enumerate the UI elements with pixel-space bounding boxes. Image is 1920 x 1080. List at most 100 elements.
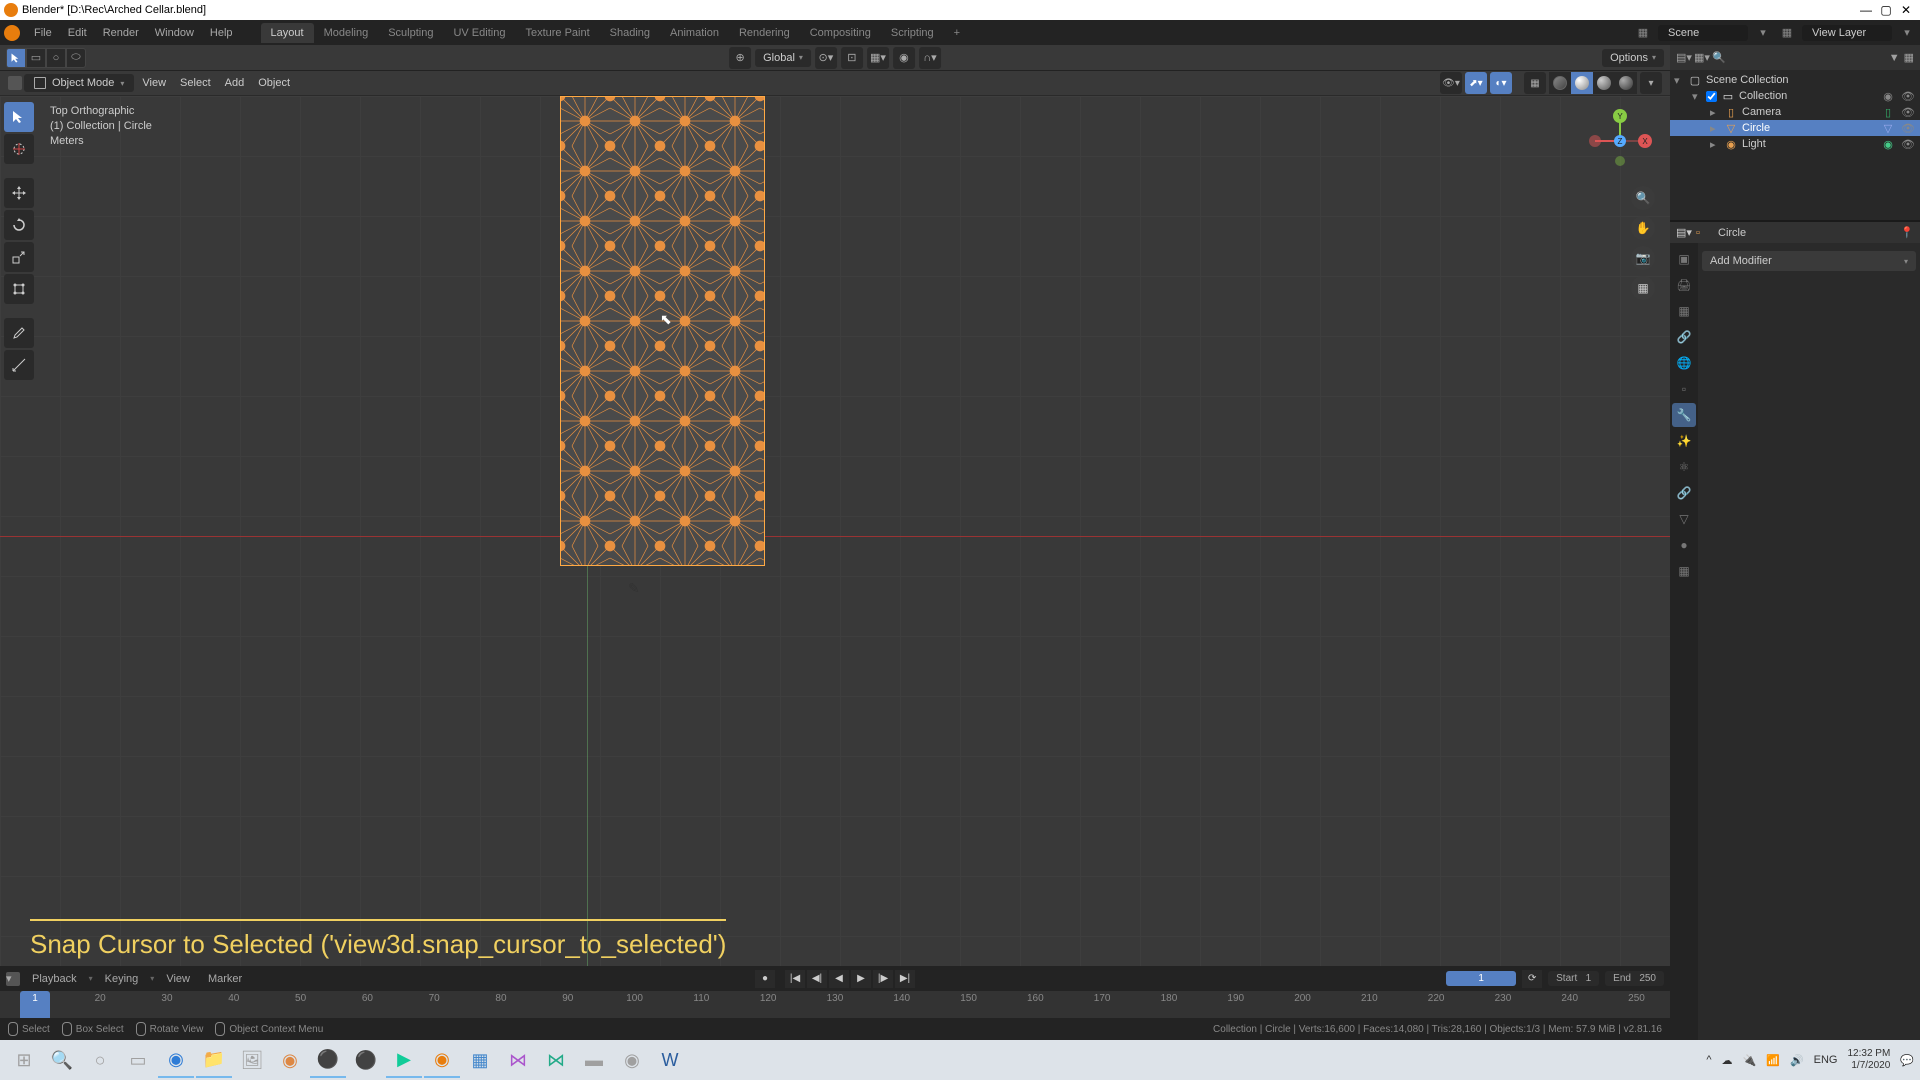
tool-annotate[interactable] — [4, 318, 34, 348]
snap-type-icon[interactable]: ▦▾ — [867, 47, 889, 69]
outliner-circle[interactable]: ▸ ▽ Circle ▽ 👁 — [1670, 120, 1920, 136]
properties-breadcrumb[interactable]: Circle — [1718, 227, 1746, 239]
start-button[interactable]: ⊞ — [6, 1042, 42, 1078]
outliner-light[interactable]: ▸ ◉ Light ◉ 👁 — [1670, 136, 1920, 152]
taskview-icon[interactable]: ▭ — [120, 1042, 156, 1078]
tool-cursor[interactable] — [4, 134, 34, 164]
tab-scene[interactable]: 🔗 — [1672, 325, 1696, 349]
taskbar-vscode[interactable]: ⋈ — [538, 1042, 574, 1078]
tray-network-icon[interactable]: 📶 — [1766, 1054, 1780, 1067]
viewport-menu-add[interactable]: Add — [219, 77, 251, 89]
menu-edit[interactable]: Edit — [60, 27, 95, 39]
selected-mesh-object[interactable] — [560, 96, 765, 566]
tab-particles[interactable]: ✨ — [1672, 429, 1696, 453]
tool-rotate[interactable] — [4, 210, 34, 240]
tool-move[interactable] — [4, 178, 34, 208]
jump-start-icon[interactable]: |◀ — [785, 970, 805, 988]
viewlayer-selector[interactable]: View Layer — [1802, 25, 1892, 41]
system-clock[interactable]: 12:32 PM 1/7/2020 — [1847, 1048, 1890, 1072]
shade-wireframe[interactable] — [1549, 72, 1571, 94]
shade-matpreview[interactable] — [1593, 72, 1615, 94]
start-frame-field[interactable]: Start 1 — [1548, 971, 1599, 986]
timeline-playback[interactable]: Playback — [26, 973, 83, 985]
taskbar-app-3[interactable]: ◉ — [272, 1042, 308, 1078]
outliner-collection[interactable]: ▾ ▭ Collection ◉ 👁 — [1670, 88, 1920, 104]
timeline-marker[interactable]: Marker — [202, 973, 248, 985]
end-frame-field[interactable]: End 250 — [1605, 971, 1664, 986]
taskbar-word[interactable]: W — [652, 1042, 688, 1078]
viewport-menu-select[interactable]: Select — [174, 77, 217, 89]
tab-render[interactable]: ▣ — [1672, 247, 1696, 271]
workspace-shading[interactable]: Shading — [600, 23, 660, 43]
3d-viewport[interactable]: www.rrcg.cn — [0, 96, 1670, 1040]
eye-icon[interactable]: 👁 — [1900, 122, 1916, 135]
proportional-icon[interactable]: ◉ — [893, 47, 915, 69]
playhead[interactable]: 1 — [20, 991, 50, 1018]
shade-rendered[interactable] — [1615, 72, 1637, 94]
minimize-button[interactable]: — — [1856, 3, 1876, 17]
timeline-keying[interactable]: Keying — [99, 973, 145, 985]
taskbar-app-4[interactable]: ⚫ — [310, 1042, 346, 1078]
tab-world[interactable]: 🌐 — [1672, 351, 1696, 375]
outliner-scene-collection[interactable]: ▾▢ Scene Collection — [1670, 72, 1920, 88]
timeline-editor-icon[interactable]: ▾ — [6, 972, 20, 986]
workspace-modeling[interactable]: Modeling — [314, 23, 379, 43]
nav-gizmo[interactable]: Y X Z — [1585, 106, 1655, 176]
taskbar-app-5[interactable]: ⚫ — [348, 1042, 384, 1078]
xray-icon[interactable]: ▦ — [1524, 72, 1546, 94]
tray-power-icon[interactable]: 🔌 — [1743, 1054, 1757, 1067]
tool-scale[interactable] — [4, 242, 34, 272]
eye-icon[interactable]: 👁 — [1900, 138, 1916, 151]
gizmo-icon[interactable]: ⬈▾ — [1465, 72, 1487, 94]
select-lasso-icon[interactable]: ⬭ — [66, 48, 86, 68]
jump-end-icon[interactable]: ▶| — [895, 970, 915, 988]
taskbar-blender[interactable]: ◉ — [424, 1042, 460, 1078]
workspace-sculpting[interactable]: Sculpting — [378, 23, 443, 43]
keyframe-prev-icon[interactable]: ◀| — [807, 970, 827, 988]
tray-lang[interactable]: ENG — [1814, 1054, 1838, 1066]
maximize-button[interactable]: ▢ — [1876, 3, 1896, 17]
eye-icon[interactable]: 👁 — [1900, 106, 1916, 119]
outliner-camera[interactable]: ▸ ▯ Camera ▯ 👁 — [1670, 104, 1920, 120]
taskbar-app-8[interactable]: ▬ — [576, 1042, 612, 1078]
tray-notifications-icon[interactable]: 💬 — [1900, 1054, 1914, 1067]
workspace-texpaint[interactable]: Texture Paint — [515, 23, 599, 43]
tab-viewlayer[interactable]: ▦ — [1672, 299, 1696, 323]
pin-icon[interactable]: 📍 — [1900, 226, 1914, 239]
timeline-view[interactable]: View — [160, 973, 196, 985]
blender-logo-icon[interactable] — [4, 25, 20, 41]
nav-camera-icon[interactable]: 📷 — [1631, 246, 1655, 270]
outliner-new-collection-icon[interactable]: ▦ — [1904, 51, 1914, 64]
menu-render[interactable]: Render — [95, 27, 147, 39]
frame-link-icon[interactable]: ⟳ — [1522, 970, 1542, 988]
object-mode-dropdown[interactable]: Object Mode ▾ — [24, 74, 134, 92]
menu-help[interactable]: Help — [202, 27, 241, 39]
tool-select-box[interactable] — [4, 102, 34, 132]
workspace-compositing[interactable]: Compositing — [800, 23, 881, 43]
play-forward-icon[interactable]: ▶ — [851, 970, 871, 988]
orientation-icon[interactable]: ⊕ — [729, 47, 751, 69]
nav-persp-icon[interactable]: ▦ — [1631, 276, 1655, 300]
scene-browse-icon[interactable]: ▦ — [1634, 24, 1652, 42]
menu-file[interactable]: File — [26, 27, 60, 39]
workspace-layout[interactable]: Layout — [261, 23, 314, 43]
menu-window[interactable]: Window — [147, 27, 202, 39]
tool-transform[interactable] — [4, 274, 34, 304]
nav-pan-icon[interactable]: ✋ — [1631, 216, 1655, 240]
taskbar-app-2[interactable]: 🖼 — [234, 1042, 270, 1078]
workspace-rendering[interactable]: Rendering — [729, 23, 800, 43]
outliner-filter-icon[interactable]: ▼ — [1889, 52, 1900, 64]
taskbar-vs[interactable]: ⋈ — [500, 1042, 536, 1078]
search-icon[interactable]: 🔍 — [44, 1042, 80, 1078]
properties-editor-icon[interactable]: ▤▾ — [1676, 226, 1690, 239]
workspace-add[interactable]: + — [944, 23, 970, 43]
outliner-editor-icon[interactable]: ▤▾ — [1676, 51, 1690, 64]
select-circle-icon[interactable]: ○ — [46, 48, 66, 68]
pivot-icon[interactable]: ⊙▾ — [815, 47, 837, 69]
tray-volume-icon[interactable]: 🔊 — [1790, 1054, 1804, 1067]
eye-icon[interactable]: 👁 — [1900, 90, 1916, 103]
select-tweak-icon[interactable] — [6, 48, 26, 68]
timeline-ruler[interactable]: 1 10 20 30 40 50 60 70 80 90 100 110 120… — [0, 991, 1670, 1018]
shading-options-icon[interactable]: ▾ — [1640, 72, 1662, 94]
overlay-icon[interactable]: ◐▾ — [1490, 72, 1512, 94]
